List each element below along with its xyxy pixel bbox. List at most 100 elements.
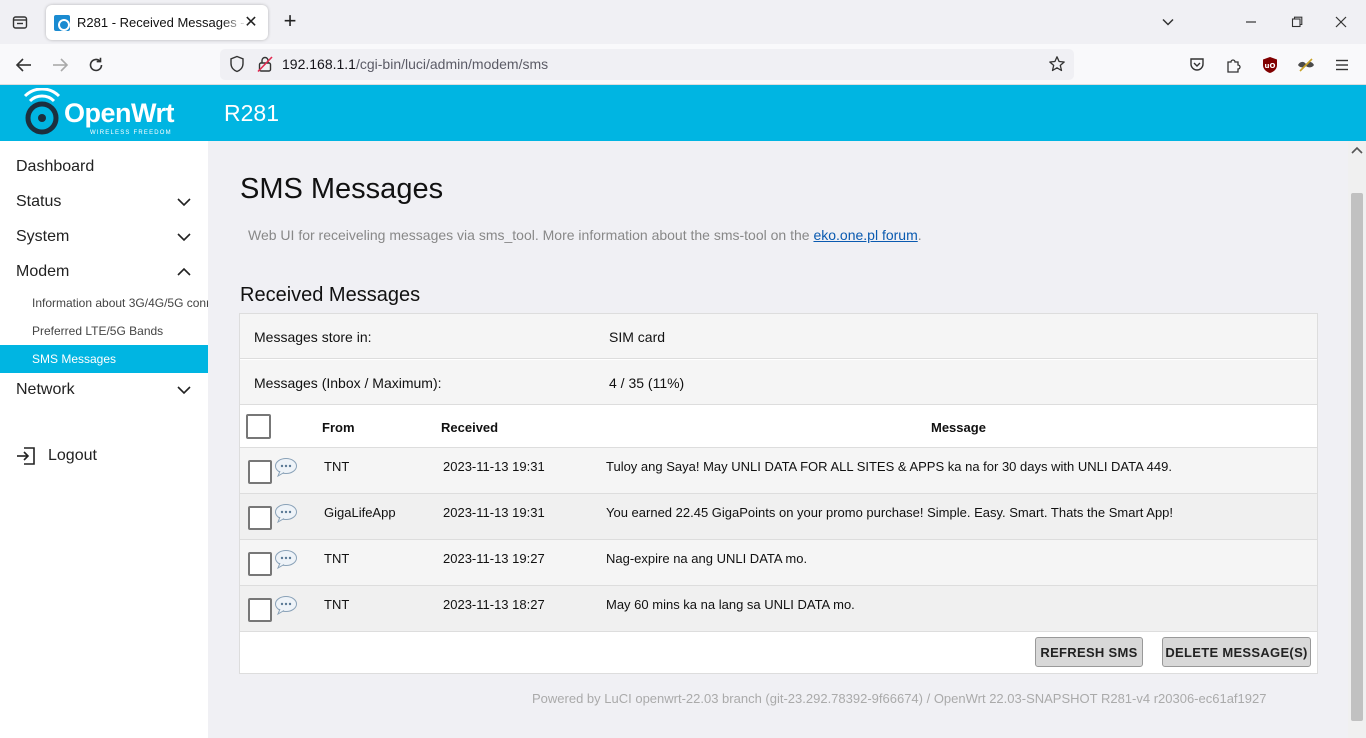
back-arrow-icon[interactable] xyxy=(11,52,37,78)
message-from: GigaLifeApp xyxy=(324,505,396,520)
logout-link[interactable]: Logout xyxy=(16,446,97,466)
tab-list-icon[interactable] xyxy=(8,10,32,34)
column-header-message: Message xyxy=(931,420,986,435)
close-window-icon[interactable] xyxy=(1328,10,1354,34)
page-scrollbar[interactable] xyxy=(1348,141,1366,738)
tab-overflow-chevron-icon[interactable] xyxy=(1155,10,1181,34)
hamburger-menu-icon[interactable] xyxy=(1331,54,1353,76)
table-row: TNT 2023-11-13 18:27 May 60 mins ka na l… xyxy=(240,586,1317,632)
ublock-origin-icon[interactable]: uO xyxy=(1259,54,1281,76)
message-received: 2023-11-13 18:27 xyxy=(443,597,545,612)
sidebar-item-label: System xyxy=(16,228,70,245)
sidebar-subitem-lte-bands[interactable]: Preferred LTE/5G Bands xyxy=(0,317,208,345)
sidebar-item-modem[interactable]: Modem xyxy=(0,254,208,289)
column-header-from: From xyxy=(322,420,355,435)
description-suffix: . xyxy=(917,227,922,243)
browser-tab-bar: R281 - Received Messages - LuCI ✕ + xyxy=(0,0,1366,44)
message-received: 2023-11-13 19:27 xyxy=(443,551,545,566)
select-all-checkbox[interactable] xyxy=(246,414,271,439)
sms-bubble-icon xyxy=(275,458,297,477)
message-checkbox[interactable] xyxy=(248,598,272,622)
router-hostname: R281 xyxy=(224,100,279,126)
message-checkbox[interactable] xyxy=(248,460,272,484)
insecure-lock-icon[interactable] xyxy=(256,55,274,78)
browser-tab-active[interactable]: R281 - Received Messages - LuCI ✕ xyxy=(46,5,268,40)
reload-icon[interactable] xyxy=(83,52,109,78)
description-text: Web UI for receiveling messages via sms_… xyxy=(248,227,814,243)
logo-text: OpenWrt xyxy=(64,98,175,128)
footer-version: Powered by LuCI openwrt-22.03 branch (gi… xyxy=(532,691,1267,706)
message-text: Nag-expire na ang UNLI DATA mo. xyxy=(606,551,808,566)
refresh-sms-button[interactable]: REFRESH SMS xyxy=(1035,637,1143,667)
url-text[interactable]: 192.168.1.1/cgi-bin/luci/admin/modem/sms xyxy=(282,56,548,72)
sidebar-subitem-sms-messages[interactable]: SMS Messages xyxy=(0,345,208,373)
sidebar-item-label: Dashboard xyxy=(16,158,95,175)
logout-icon xyxy=(17,447,35,465)
extensions-puzzle-icon[interactable] xyxy=(1223,54,1245,76)
eko-forum-link[interactable]: eko.one.pl forum xyxy=(813,227,917,243)
message-from: TNT xyxy=(324,597,350,612)
sidebar-item-status[interactable]: Status xyxy=(0,184,208,219)
sidebar-subitem-label: Information about 3G/4G/5G connection xyxy=(32,296,208,310)
chevron-down-icon xyxy=(177,386,191,395)
sms-bubble-icon xyxy=(275,504,297,523)
url-host: 192.168.1.1 xyxy=(282,56,356,72)
svg-text:uO: uO xyxy=(1265,62,1276,70)
minimize-window-icon[interactable] xyxy=(1238,10,1264,34)
logout-label: Logout xyxy=(48,447,97,464)
sidebar-item-label: Status xyxy=(16,193,62,210)
page-description: Web UI for receiveling messages via sms_… xyxy=(248,227,922,243)
message-checkbox[interactable] xyxy=(248,552,272,576)
openwrt-favicon-icon xyxy=(54,14,70,31)
sidebar-item-system[interactable]: System xyxy=(0,219,208,254)
sidebar-subitem-label: Preferred LTE/5G Bands xyxy=(32,324,164,338)
sidebar-subitem-label: SMS Messages xyxy=(32,352,117,366)
new-tab-icon[interactable]: + xyxy=(278,10,302,34)
close-tab-icon[interactable]: ✕ xyxy=(242,13,260,31)
sidebar-menu: Dashboard Status System Modem Informatio… xyxy=(0,141,208,738)
extension-mask-icon[interactable] xyxy=(1295,54,1317,76)
message-checkbox[interactable] xyxy=(248,506,272,530)
store-info-row: Messages store in: SIM card xyxy=(240,314,1317,359)
message-text: Tuloy ang Saya! May UNLI DATA FOR ALL SI… xyxy=(606,459,1172,474)
scrollbar-thumb[interactable] xyxy=(1351,193,1363,721)
sidebar-item-network[interactable]: Network xyxy=(0,372,208,407)
message-text: You earned 22.45 GigaPoints on your prom… xyxy=(606,505,1174,520)
forward-arrow-icon[interactable] xyxy=(47,52,73,78)
logo-subtitle: WIRELESS FREEDOM xyxy=(90,130,172,136)
delete-messages-button[interactable]: DELETE MESSAGE(S) xyxy=(1162,637,1311,667)
count-info-row: Messages (Inbox / Maximum): 4 / 35 (11%) xyxy=(240,360,1317,405)
message-text: May 60 mins ka na lang sa UNLI DATA mo. xyxy=(606,597,855,612)
openwrt-logo[interactable]: OpenWrt WIRELESS FREEDOM xyxy=(22,88,192,140)
scroll-up-arrow-icon[interactable] xyxy=(1351,145,1363,155)
chevron-down-icon xyxy=(177,233,191,242)
sidebar-item-label: Modem xyxy=(16,263,70,280)
browser-nav-bar: 192.168.1.1/cgi-bin/luci/admin/modem/sms… xyxy=(0,44,1366,85)
count-value: 4 / 35 (11%) xyxy=(609,375,685,391)
sidebar-subitem-connection-info[interactable]: Information about 3G/4G/5G connection xyxy=(0,289,208,317)
store-label: Messages store in: xyxy=(254,329,372,345)
address-bar[interactable]: 192.168.1.1/cgi-bin/luci/admin/modem/sms xyxy=(220,49,1074,80)
openwrt-wifi-logo-icon xyxy=(23,88,61,135)
section-title: Received Messages xyxy=(240,284,421,306)
sms-bubble-icon xyxy=(275,596,297,615)
sidebar-item-dashboard[interactable]: Dashboard xyxy=(0,149,208,184)
table-header: From Received Message xyxy=(240,406,1317,448)
message-from: TNT xyxy=(324,551,350,566)
tab-title: R281 - Received Messages - LuCI xyxy=(77,15,247,30)
chevron-down-icon xyxy=(177,198,191,207)
restore-window-icon[interactable] xyxy=(1284,10,1310,34)
bookmark-star-icon[interactable] xyxy=(1048,55,1066,78)
tracking-shield-icon[interactable] xyxy=(228,55,246,78)
sms-bubble-icon xyxy=(275,550,297,569)
url-path: /cgi-bin/luci/admin/modem/sms xyxy=(355,56,549,72)
page-title: SMS Messages xyxy=(240,173,444,205)
pocket-icon[interactable] xyxy=(1186,54,1208,76)
message-received: 2023-11-13 19:31 xyxy=(443,505,545,520)
table-row: GigaLifeApp 2023-11-13 19:31 You earned … xyxy=(240,494,1317,540)
count-label: Messages (Inbox / Maximum): xyxy=(254,375,442,391)
main-content: SMS Messages Web UI for receiveling mess… xyxy=(208,141,1348,738)
sidebar-item-label: Network xyxy=(16,381,75,398)
messages-panel: Messages store in: SIM card Messages (In… xyxy=(239,313,1318,674)
table-row: TNT 2023-11-13 19:31 Tuloy ang Saya! May… xyxy=(240,448,1317,494)
